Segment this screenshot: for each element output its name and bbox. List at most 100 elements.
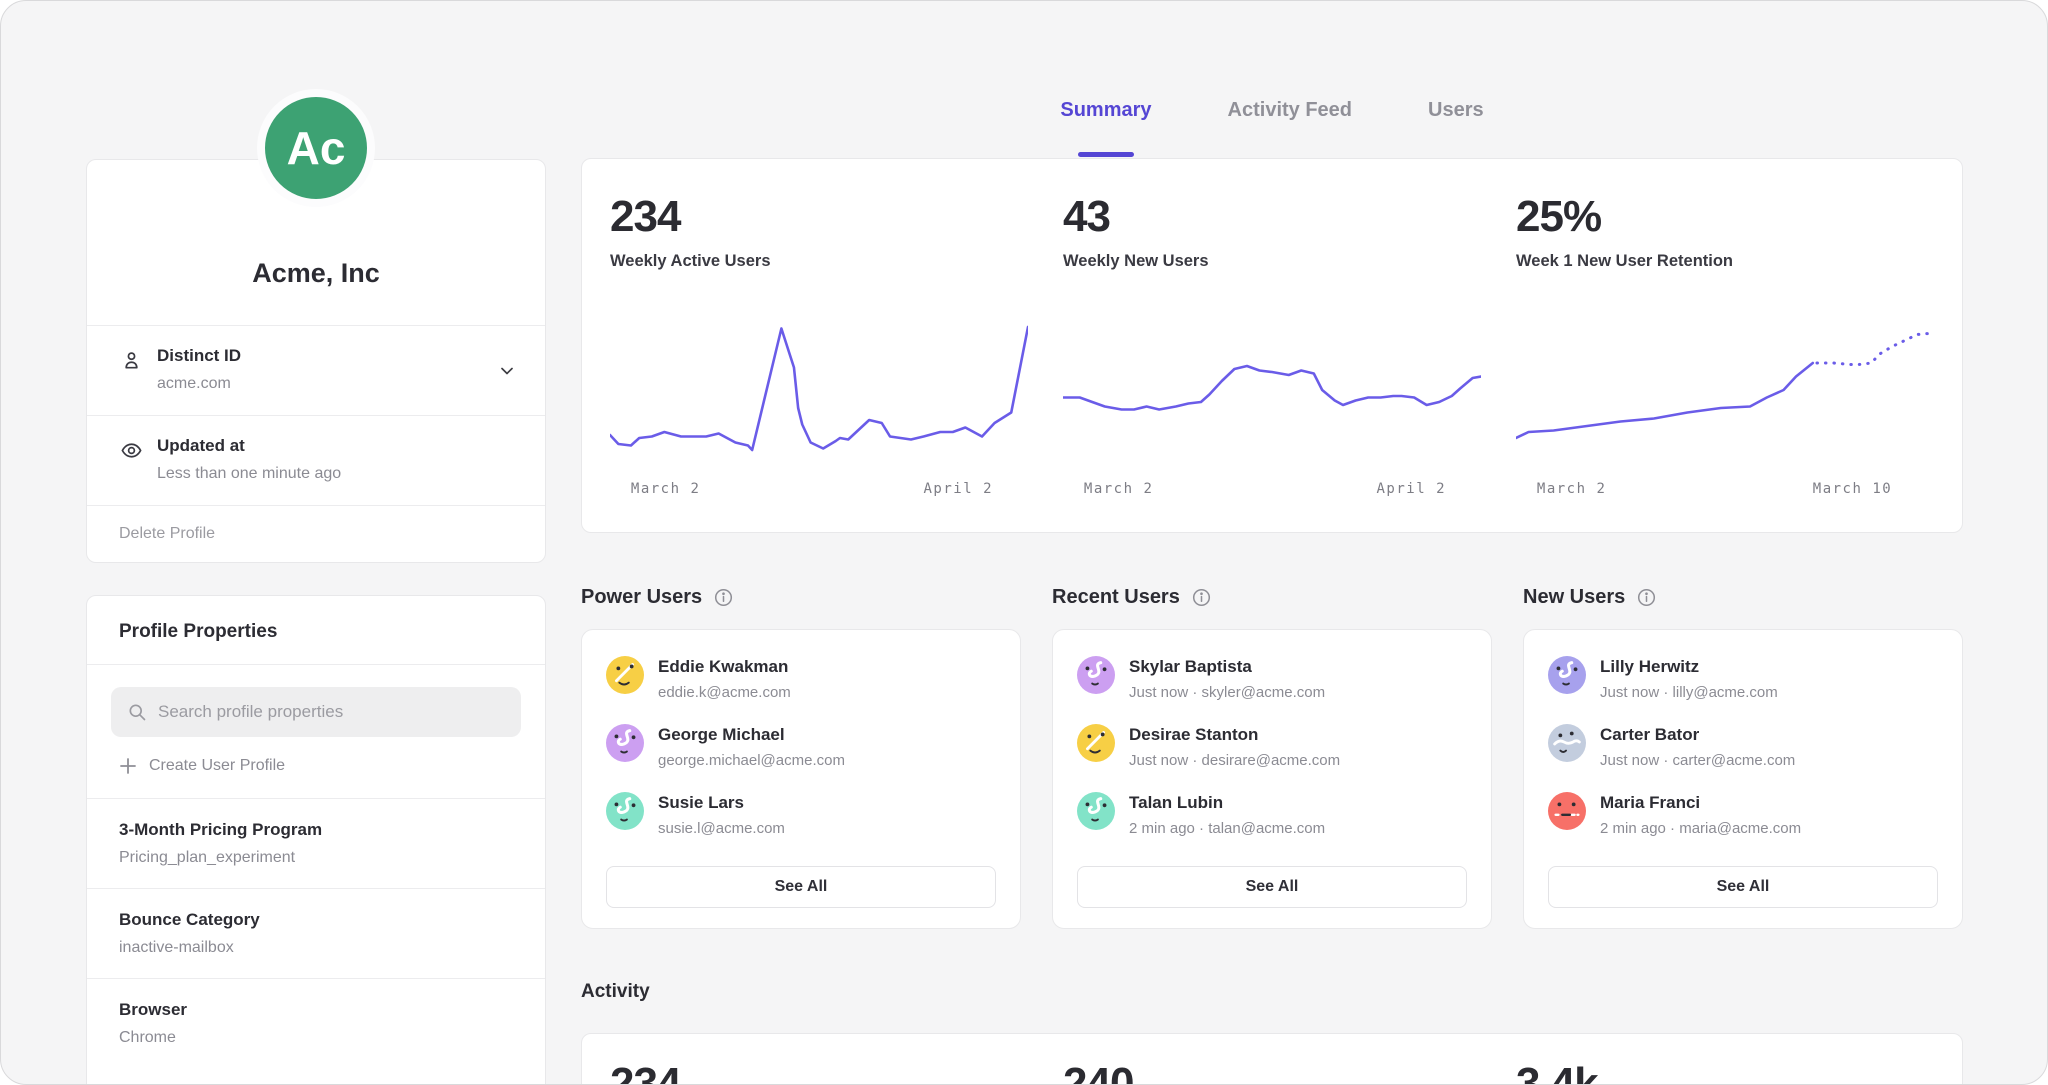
stat-value: 234: [610, 195, 1028, 239]
list-item[interactable]: Carter Bator Just now · carter@acme.com: [1548, 724, 1938, 769]
power-users-column: Power Users Eddie Kwakman eddie.k@acme.c…: [581, 577, 1021, 929]
property-value: inactive-mailbox: [119, 939, 513, 957]
power-users-card: Eddie Kwakman eddie.k@acme.com George Mi…: [581, 629, 1021, 929]
user-name: Carter Bator: [1600, 724, 1795, 745]
plus-icon: [120, 758, 136, 774]
eye-icon: [120, 439, 143, 462]
avatar: [606, 724, 644, 762]
tab-users[interactable]: Users: [1428, 99, 1484, 158]
user-meta: Just now · carter@acme.com: [1600, 752, 1795, 769]
updated-at-row: Updated at Less than one minute ago: [87, 415, 545, 505]
list-item[interactable]: Lilly Herwitz Just now · lilly@acme.com: [1548, 656, 1938, 701]
profile-properties-search[interactable]: [111, 687, 521, 737]
tab-activity-feed[interactable]: Activity Feed: [1228, 99, 1352, 158]
list-header: Power Users: [581, 577, 1021, 617]
property-row[interactable]: 3-Month Pricing Program Pricing_plan_exp…: [87, 798, 545, 888]
list-item[interactable]: Susie Lars susie.l@acme.com: [606, 792, 996, 837]
stat-value: 25%: [1516, 195, 1934, 239]
list-item[interactable]: Desirae Stanton Just now · desirare@acme…: [1077, 724, 1467, 769]
user-meta: Just now · skyler@acme.com: [1129, 684, 1325, 701]
profile-properties-title: Profile Properties: [87, 596, 545, 665]
property-value: Pricing_plan_experiment: [119, 849, 513, 867]
stat-label: Weekly New Users: [1063, 252, 1481, 271]
user-meta: george.michael@acme.com: [658, 752, 845, 769]
x-axis-tick: March 2: [631, 481, 701, 497]
avatar: [1077, 656, 1115, 694]
list-title: New Users: [1523, 586, 1625, 609]
main-content: Summary Activity Feed Users 234 Weekly A…: [581, 1, 1963, 1085]
profile-summary-card: Acme, Inc Distinct ID acme.com Updated a…: [86, 159, 546, 563]
see-all-button[interactable]: See All: [1548, 866, 1938, 908]
recent-users-card: Skylar Baptista Just now · skyler@acme.c…: [1052, 629, 1492, 929]
x-axis-tick: March 2: [1084, 481, 1154, 497]
updated-at-label: Updated at: [157, 436, 515, 456]
recent-users-column: Recent Users Skylar Baptista Just now · …: [1052, 577, 1492, 929]
property-row[interactable]: Bounce Category inactive-mailbox: [87, 888, 545, 978]
profile-properties-card: Profile Properties Create User Profile 3…: [86, 595, 546, 1085]
info-icon[interactable]: [1637, 588, 1656, 607]
new-users-card: Lilly Herwitz Just now · lilly@acme.com …: [1523, 629, 1963, 929]
create-user-profile-button[interactable]: Create User Profile: [120, 757, 521, 775]
app-frame: Ac Acme, Inc Distinct ID acme.com Update…: [0, 0, 2048, 1085]
search-icon: [127, 702, 147, 722]
info-icon[interactable]: [714, 588, 733, 607]
summary-stats-card: 234 Weekly Active Users March 2 April 2 …: [581, 158, 1963, 533]
user-name: Maria Franci: [1600, 792, 1801, 813]
user-meta: Just now · desirare@acme.com: [1129, 752, 1340, 769]
list-item[interactable]: Maria Franci 2 min ago · maria@acme.com: [1548, 792, 1938, 837]
user-meta: Just now · lilly@acme.com: [1600, 684, 1778, 701]
delete-profile-button[interactable]: Delete Profile: [87, 505, 545, 562]
see-all-button[interactable]: See All: [606, 866, 996, 908]
updated-at-value: Less than one minute ago: [157, 465, 515, 483]
avatar: [606, 792, 644, 830]
sparkline-chart: [610, 315, 1028, 465]
user-name: Desirae Stanton: [1129, 724, 1340, 745]
user-name: Susie Lars: [658, 792, 785, 813]
stat-label: Week 1 New User Retention: [1516, 252, 1934, 271]
x-axis: March 2 March 10: [1516, 481, 1934, 499]
distinct-id-row[interactable]: Distinct ID acme.com: [87, 325, 545, 415]
avatar: [1077, 792, 1115, 830]
list-header: Recent Users: [1052, 577, 1492, 617]
sparkline-chart: [1516, 315, 1934, 465]
list-item[interactable]: Eddie Kwakman eddie.k@acme.com: [606, 656, 996, 701]
x-axis-tick: March 2: [1537, 481, 1607, 497]
x-axis-tick: April 2: [924, 481, 994, 497]
info-icon[interactable]: [1192, 588, 1211, 607]
property-row[interactable]: Browser Chrome: [87, 978, 545, 1068]
tab-bar: Summary Activity Feed Users: [581, 1, 1963, 158]
x-axis-tick: April 2: [1377, 481, 1447, 497]
user-name: Talan Lubin: [1129, 792, 1325, 813]
sparkline-chart: [1063, 315, 1481, 465]
list-item[interactable]: Skylar Baptista Just now · skyler@acme.c…: [1077, 656, 1467, 701]
avatar: [1548, 656, 1586, 694]
new-users-column: New Users Lilly Herwitz Just now · lilly…: [1523, 577, 1963, 929]
x-axis: March 2 April 2: [1063, 481, 1481, 499]
x-axis-tick: March 10: [1813, 481, 1892, 497]
list-item[interactable]: Talan Lubin 2 min ago · talan@acme.com: [1077, 792, 1467, 837]
property-label: 3-Month Pricing Program: [119, 820, 513, 840]
search-input[interactable]: [158, 702, 505, 722]
property-label: Bounce Category: [119, 910, 513, 930]
chevron-down-icon[interactable]: [497, 361, 517, 381]
user-meta: 2 min ago · maria@acme.com: [1600, 820, 1801, 837]
avatar: [606, 656, 644, 694]
user-meta: susie.l@acme.com: [658, 820, 785, 837]
activity-stat: 234: [610, 1062, 1028, 1085]
user-meta: 2 min ago · talan@acme.com: [1129, 820, 1325, 837]
property-label: Browser: [119, 1000, 513, 1020]
activity-card: 234 240 3.4k: [581, 1033, 1963, 1085]
org-avatar-initials: Ac: [287, 121, 346, 175]
property-value: Chrome: [119, 1029, 513, 1047]
user-name: Skylar Baptista: [1129, 656, 1325, 677]
user-name: Lilly Herwitz: [1600, 656, 1778, 677]
stat-value: 43: [1063, 195, 1481, 239]
list-item[interactable]: George Michael george.michael@acme.com: [606, 724, 996, 769]
list-title: Power Users: [581, 586, 702, 609]
tab-summary[interactable]: Summary: [1060, 99, 1151, 158]
x-axis: March 2 April 2: [610, 481, 1028, 499]
distinct-id-value: acme.com: [157, 375, 515, 393]
see-all-button[interactable]: See All: [1077, 866, 1467, 908]
user-name: Eddie Kwakman: [658, 656, 791, 677]
person-icon: [120, 349, 143, 372]
